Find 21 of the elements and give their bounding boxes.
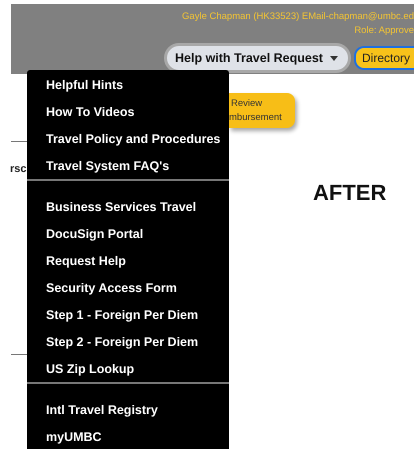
after-heading: AFTER	[313, 180, 386, 206]
role-text: Role: Approve	[354, 24, 414, 38]
caret-icon	[330, 56, 338, 60]
menu-item[interactable]: Intl Travel Registry	[27, 400, 229, 427]
review-button[interactable]: Review mbursement	[229, 93, 295, 128]
menu-item[interactable]: US Zip Lookup	[27, 359, 229, 386]
menu-item[interactable]: Business Services Travel	[27, 197, 229, 224]
help-dropdown-button[interactable]: Help with Travel Request	[164, 43, 351, 73]
menu-item[interactable]: Step 2 - Foreign Per Diem	[27, 332, 229, 359]
menu-item[interactable]: How To Videos	[27, 102, 229, 129]
user-info: Gayle Chapman (HK33523) EMail-chapman@umbc.ed	[182, 10, 414, 24]
menu-item[interactable]: Step 1 - Foreign Per Diem	[27, 305, 229, 332]
menu-item[interactable]: Travel System FAQ's	[27, 156, 229, 183]
menu-item[interactable]: Travel Policy and Procedures	[27, 129, 229, 156]
cut-text: rsc	[10, 163, 27, 175]
menu-item[interactable]: Security Access Form	[27, 278, 229, 305]
menu-item[interactable]: myUMBC	[27, 427, 229, 449]
menu-item[interactable]: Request Help	[27, 251, 229, 278]
menu-item[interactable]: DocuSign Portal	[27, 224, 229, 251]
directory-button[interactable]: Directory	[354, 46, 414, 70]
menu-item[interactable]: Helpful Hints	[27, 75, 229, 102]
